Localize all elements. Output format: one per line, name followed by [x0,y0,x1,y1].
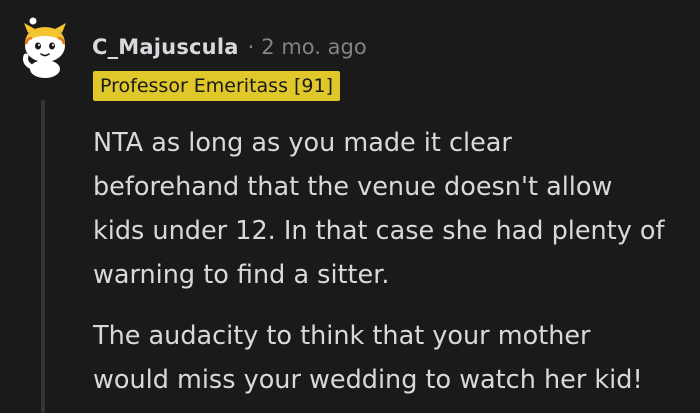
thread-collapse-line[interactable] [41,100,45,413]
user-flair-badge: Professor Emeritass [91] [93,71,341,101]
comment-line: The audacity to think that your mother [93,321,591,351]
user-avatar-icon[interactable] [16,16,74,78]
comment-line: warning to find a sitter. [93,260,390,290]
comment-body: NTA as long as you made it clear beforeh… [93,121,693,402]
comment-line: NTA as long as you made it clear [93,128,512,158]
comment-timestamp[interactable]: 2 mo. ago [261,35,366,59]
comment-header: C_Majuscula · 2 mo. ago [92,30,367,64]
comment-line: kids under 12. In that case she had plen… [93,216,665,246]
header-separator: · [247,35,255,59]
comment-paragraph: The audacity to think that your mother w… [93,314,693,402]
comment-paragraph: NTA as long as you made it clear beforeh… [93,121,693,297]
comment-line: beforehand that the venue doesn't allow [93,172,613,202]
comment-line: would miss your wedding to watch her kid… [93,365,643,395]
username-link[interactable]: C_Majuscula [92,35,239,59]
comment: C_Majuscula · 2 mo. ago Professor Emerit… [0,0,700,413]
